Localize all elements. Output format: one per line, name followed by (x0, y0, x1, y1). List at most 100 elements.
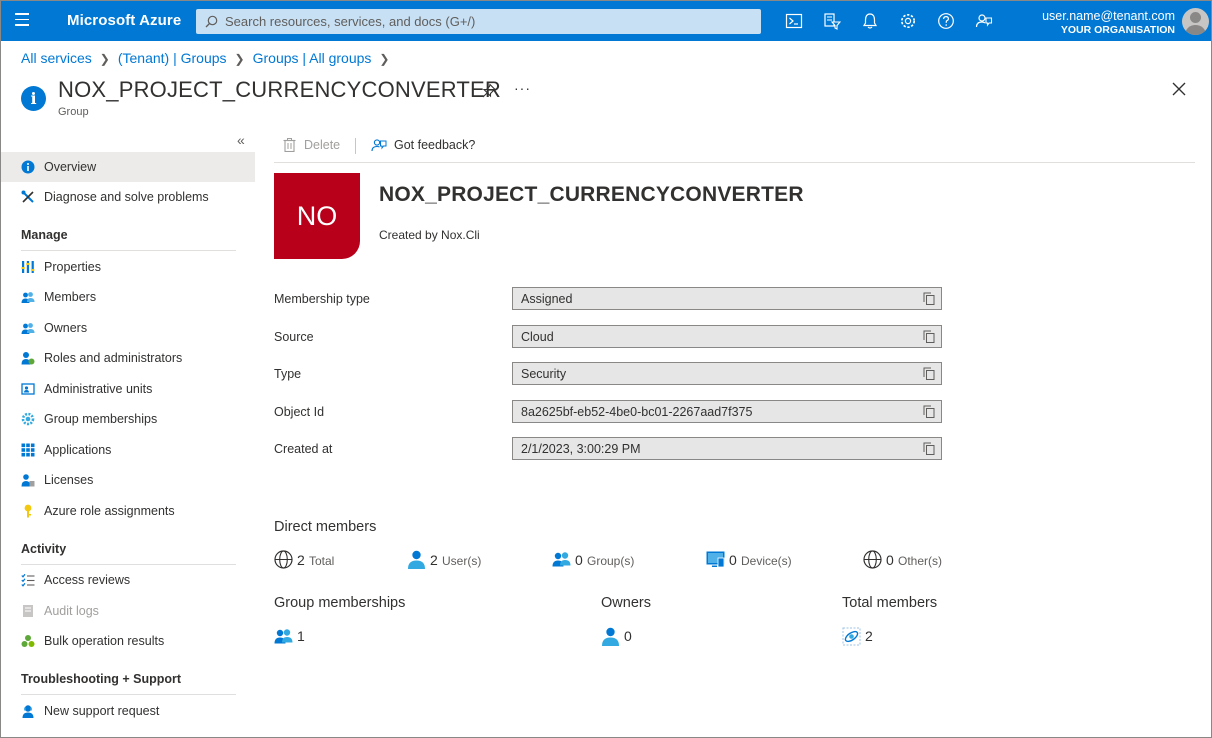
support-request-icon (22, 705, 34, 718)
stat-others-value: 0 (886, 552, 894, 568)
avatar[interactable] (1182, 8, 1209, 35)
stat-users-value: 2 (430, 552, 438, 568)
top-navigation-bar: Microsoft Azure Search resources, servic… (1, 1, 1211, 41)
cloud-shell-icon[interactable] (785, 12, 803, 30)
created-at-label: Created at (274, 442, 333, 456)
portal-brand[interactable]: Microsoft Azure (67, 12, 181, 29)
sidebar-item-label: Access reviews (44, 573, 131, 587)
type-value: Security (521, 367, 567, 381)
feedback-icon[interactable] (975, 12, 993, 30)
notifications-icon[interactable] (861, 12, 879, 30)
membership-type-field[interactable]: Assigned (512, 287, 942, 310)
members-icon (21, 292, 35, 303)
delete-button[interactable]: Delete (283, 138, 340, 152)
audit-logs-icon (23, 605, 33, 617)
search-placeholder: Search resources, services, and docs (G+… (225, 14, 476, 29)
created-at-value: 2/1/2023, 3:00:29 PM (521, 442, 641, 456)
roles-icon (21, 352, 35, 365)
breadcrumb-all-groups[interactable]: Groups | All groups (253, 50, 372, 66)
feedback-button[interactable]: Got feedback? (371, 138, 475, 152)
sidebar-section-manage: Manage (21, 228, 68, 242)
source-label: Source (274, 330, 314, 344)
type-field[interactable]: Security (512, 362, 942, 385)
membership-type-value: Assigned (521, 292, 573, 306)
sidebar-item-administrative-units[interactable]: Administrative units (1, 374, 255, 404)
chevron-right-icon: ❯ (379, 52, 390, 66)
user-icon (602, 627, 619, 646)
copy-icon[interactable] (923, 330, 935, 343)
object-id-field[interactable]: 8a2625bf-eb52-4be0-bc01-2267aad7f375 (512, 400, 942, 423)
sidebar-item-label: Properties (44, 260, 101, 274)
copy-icon[interactable] (923, 367, 935, 380)
global-search-input[interactable]: Search resources, services, and docs (G+… (196, 9, 761, 34)
sidebar-item-access-reviews[interactable]: Access reviews (1, 565, 255, 595)
sidebar-item-roles[interactable]: Roles and administrators (1, 343, 255, 373)
user-organisation[interactable]: YOUR ORGANISATION (1061, 24, 1175, 36)
sidebar-item-applications[interactable]: Applications (1, 435, 255, 465)
sidebar-item-label: Licenses (44, 473, 94, 487)
gear-icon (21, 412, 35, 426)
created-at-field[interactable]: 2/1/2023, 3:00:29 PM (512, 437, 942, 460)
collapse-sidebar-button[interactable]: « (237, 132, 245, 148)
sidebar-item-label: Diagnose and solve problems (44, 190, 209, 204)
stat-total-value: 2 (297, 552, 305, 568)
sidebar-item-label: Audit logs (44, 604, 99, 618)
directory-filter-icon[interactable] (823, 12, 841, 30)
stat-others-label: Other(s) (898, 554, 943, 568)
sidebar-item-azure-role-assignments[interactable]: Azure role assignments (1, 496, 255, 526)
object-id-label: Object Id (274, 405, 325, 419)
sidebar-item-overview[interactable]: Overview (1, 152, 255, 182)
group-memberships-heading: Group memberships (274, 595, 406, 611)
command-separator (355, 138, 356, 154)
page-subtitle: Group (58, 106, 89, 118)
sidebar-item-label: Overview (44, 160, 97, 174)
admin-units-icon (21, 383, 35, 395)
close-icon[interactable] (1171, 81, 1187, 97)
group-initials-tile: NO (274, 173, 360, 259)
key-icon (24, 504, 32, 518)
page-title: NOX_PROJECT_CURRENCYCONVERTER (58, 77, 502, 102)
sidebar-item-diagnose[interactable]: Diagnose and solve problems (1, 182, 255, 212)
sidebar-item-new-support-request[interactable]: New support request (1, 696, 255, 726)
sidebar-item-audit-logs[interactable]: Audit logs (1, 596, 255, 626)
portal-menu-icon[interactable] (15, 13, 33, 29)
sidebar-item-label: Administrative units (44, 382, 153, 396)
licenses-icon (21, 474, 35, 487)
user-email[interactable]: user.name@tenant.com (1042, 9, 1175, 23)
total-members-value: 2 (865, 628, 873, 644)
divider (274, 162, 1195, 163)
sidebar-item-members[interactable]: Members (1, 282, 255, 312)
breadcrumb-all-services[interactable]: All services (21, 50, 92, 66)
pin-icon[interactable] (481, 83, 497, 99)
sidebar-item-group-memberships[interactable]: Group memberships (1, 404, 255, 434)
chevron-right-icon: ❯ (234, 52, 245, 66)
total-members-icon (842, 627, 861, 646)
delete-label: Delete (304, 138, 341, 152)
object-id-value: 8a2625bf-eb52-4be0-bc01-2267aad7f375 (521, 405, 753, 419)
copy-icon[interactable] (923, 442, 935, 455)
sidebar-item-label: Bulk operation results (44, 634, 165, 648)
more-options-button[interactable]: ··· (514, 80, 531, 96)
sidebar-item-label: Applications (44, 443, 112, 457)
globe-icon (274, 550, 293, 569)
sidebar-item-owners[interactable]: Owners (1, 313, 255, 343)
sidebar-item-label: Group memberships (44, 412, 158, 426)
help-icon[interactable] (937, 12, 955, 30)
divider (21, 250, 236, 251)
sidebar-item-bulk-operation-results[interactable]: Bulk operation results (1, 626, 255, 656)
breadcrumb-tenant-groups[interactable]: (Tenant) | Groups (118, 50, 227, 66)
group-icon (552, 552, 571, 567)
checklist-icon (21, 573, 35, 587)
sidebar-item-licenses[interactable]: Licenses (1, 465, 255, 495)
owners-heading: Owners (601, 595, 651, 611)
settings-icon[interactable] (899, 12, 917, 30)
copy-icon[interactable] (923, 292, 935, 305)
stat-devices-label: Device(s) (741, 554, 792, 568)
copy-icon[interactable] (923, 405, 935, 418)
sidebar-item-properties[interactable]: Properties (1, 252, 255, 282)
total-members-heading: Total members (842, 595, 938, 611)
group-name: NOX_PROJECT_CURRENCYCONVERTER (379, 183, 804, 206)
owners-value: 0 (624, 628, 632, 644)
group-icon (274, 629, 293, 644)
source-field[interactable]: Cloud (512, 325, 942, 348)
